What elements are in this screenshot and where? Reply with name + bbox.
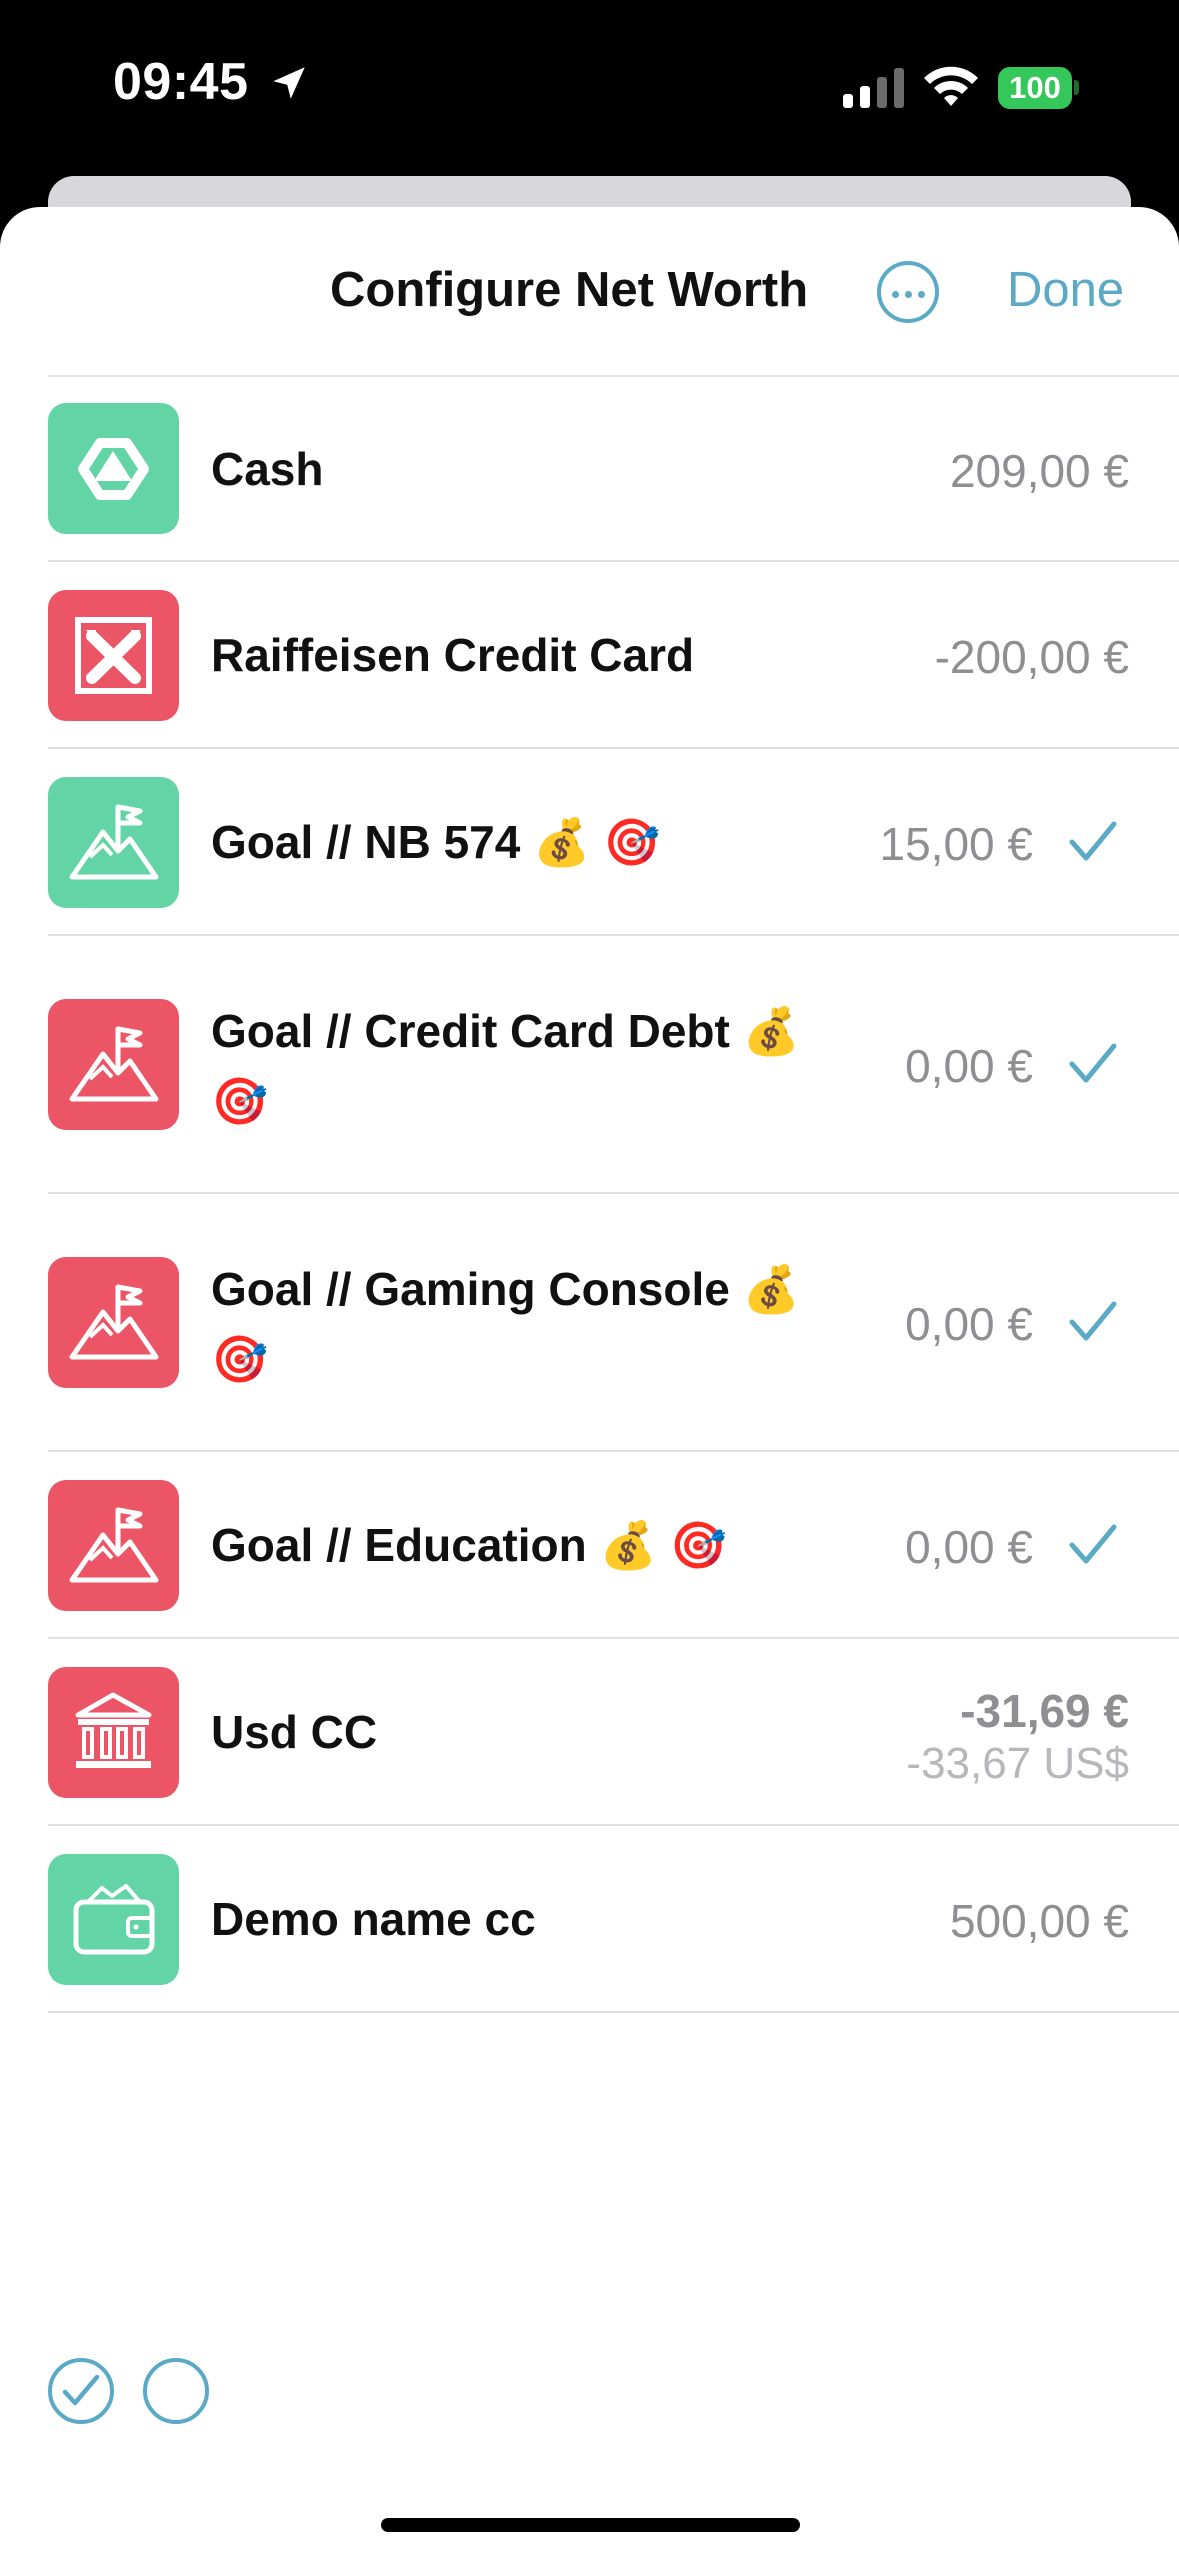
account-amount: 500,00 € bbox=[949, 1895, 1129, 1947]
account-row-goal-gaming-console[interactable]: Goal // Gaming Console 💰 🎯 0,00 € bbox=[0, 1194, 1179, 1452]
account-row-demo-name-cc[interactable]: Demo name cc 500,00 € bbox=[0, 1826, 1179, 2013]
bank-icon bbox=[48, 1667, 179, 1798]
status-bar: 09:45 100 bbox=[0, 0, 1179, 175]
goal-flag-icon bbox=[48, 1257, 179, 1388]
account-amount: 0,00 € bbox=[905, 1521, 1033, 1573]
cash-icon bbox=[48, 403, 179, 534]
account-name: Goal // NB 574 💰 🎯 bbox=[211, 816, 661, 868]
more-button[interactable] bbox=[877, 261, 939, 323]
account-row-cash[interactable]: Cash 209,00 € bbox=[0, 376, 1179, 562]
account-name: Goal // Education 💰 🎯 bbox=[211, 1519, 727, 1571]
battery-level: 100 bbox=[998, 67, 1072, 109]
battery-icon: 100 bbox=[998, 67, 1079, 109]
account-secondary-amount: -33,67 US$ bbox=[906, 1739, 1129, 1788]
status-time: 09:45 bbox=[113, 53, 249, 111]
signal-icon bbox=[843, 68, 904, 108]
raiffeisen-icon bbox=[48, 590, 179, 721]
done-button[interactable]: Done bbox=[1007, 262, 1124, 318]
select-all-button[interactable] bbox=[48, 2358, 114, 2424]
account-amount: 0,00 € bbox=[905, 1298, 1033, 1350]
account-amount: -31,69 € bbox=[960, 1685, 1129, 1737]
check-icon bbox=[1069, 821, 1117, 861]
goal-flag-icon bbox=[48, 777, 179, 908]
account-name: Demo name cc bbox=[211, 1893, 536, 1945]
check-icon bbox=[1069, 1043, 1117, 1083]
wifi-icon bbox=[924, 66, 978, 106]
account-amount: -200,00 € bbox=[934, 631, 1129, 683]
location-arrow-icon bbox=[273, 67, 305, 99]
account-name: Goal // Gaming Console 💰 🎯 bbox=[211, 1263, 800, 1385]
deselect-all-button[interactable] bbox=[143, 2358, 209, 2424]
account-name: Raiffeisen Credit Card bbox=[211, 629, 695, 681]
account-name: Cash bbox=[211, 443, 324, 495]
account-name: Goal // Credit Card Debt 💰 🎯 bbox=[211, 1005, 800, 1127]
account-name: Usd CC bbox=[211, 1706, 378, 1758]
account-row-raiffeisen[interactable]: Raiffeisen Credit Card -200,00 € bbox=[0, 562, 1179, 749]
account-row-goal-credit-card-debt[interactable]: Goal // Credit Card Debt 💰 🎯 0,00 € bbox=[0, 936, 1179, 1194]
account-row-goal-nb574[interactable]: Goal // NB 574 💰 🎯 15,00 € bbox=[0, 749, 1179, 936]
goal-flag-icon bbox=[48, 1480, 179, 1611]
account-amount: 209,00 € bbox=[949, 445, 1129, 497]
home-indicator bbox=[381, 2518, 800, 2532]
wallet-icon bbox=[48, 1854, 179, 1985]
check-icon bbox=[1069, 1301, 1117, 1341]
goal-flag-icon bbox=[48, 999, 179, 1130]
page-title: Configure Net Worth bbox=[330, 263, 809, 317]
account-amount: 0,00 € bbox=[905, 1040, 1033, 1092]
account-row-goal-education[interactable]: Goal // Education 💰 🎯 0,00 € bbox=[0, 1452, 1179, 1639]
account-row-usd-cc[interactable]: Usd CC -31,69 € -33,67 US$ bbox=[0, 1639, 1179, 1826]
account-amount: 15,00 € bbox=[879, 818, 1033, 870]
check-icon bbox=[62, 2374, 100, 2406]
check-icon bbox=[1069, 1524, 1117, 1564]
